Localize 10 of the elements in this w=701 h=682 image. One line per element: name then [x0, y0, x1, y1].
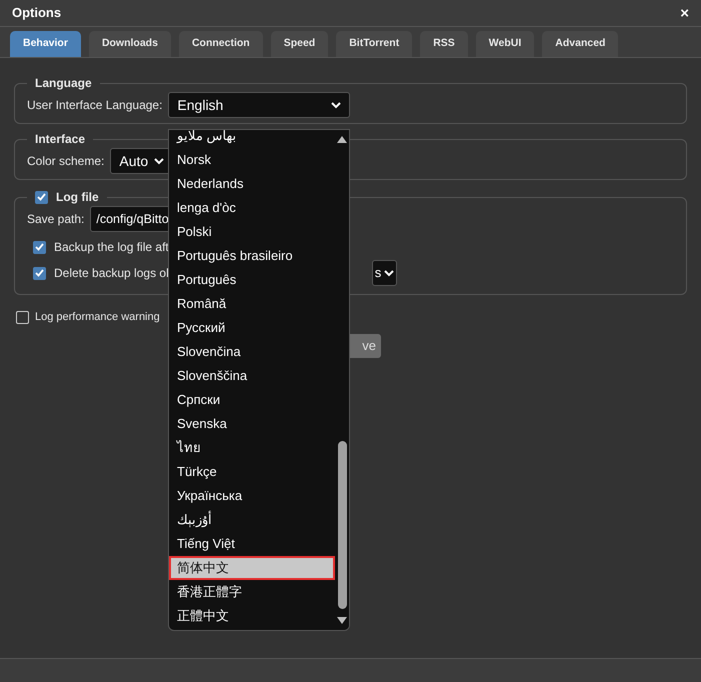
field-label: Save path:: [27, 211, 84, 228]
field-label: User Interface Language:: [27, 97, 162, 114]
option-label: Log performance warning: [35, 310, 160, 325]
group-legend: Log file: [56, 188, 99, 206]
group-legend: Language: [27, 74, 100, 92]
group-legend: Interface: [27, 130, 94, 148]
option-label: Backup the log file aft: [54, 239, 169, 256]
field-label: Color scheme:: [27, 153, 104, 170]
window-title: Options: [12, 4, 62, 22]
option-label: Delete backup logs ol: [54, 265, 169, 282]
